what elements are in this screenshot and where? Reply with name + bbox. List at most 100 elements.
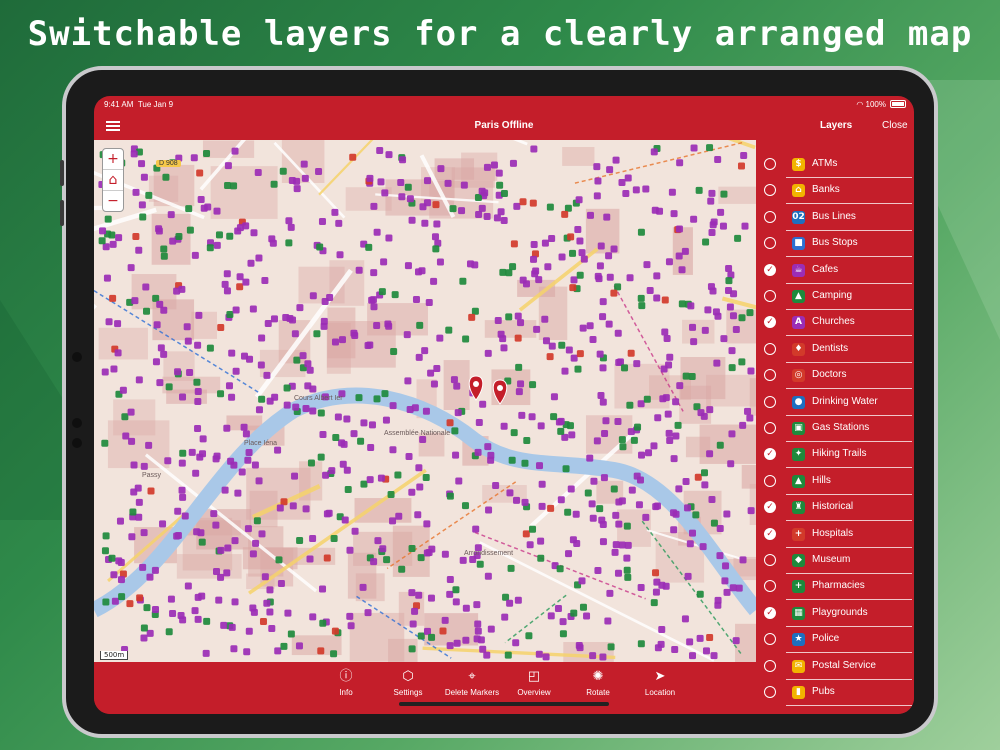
map-poi-marker bbox=[198, 538, 206, 546]
checkmark-icon[interactable]: ✓ bbox=[764, 501, 776, 514]
pin-icon: ⌖ bbox=[468, 668, 476, 683]
toolbar-settings-button[interactable]: ⬡ Settings bbox=[376, 668, 440, 697]
map-poi-marker bbox=[389, 517, 397, 525]
toolbar-info-button[interactable]: ⓘ Info bbox=[314, 668, 378, 697]
map-poi-marker bbox=[529, 525, 537, 533]
close-button[interactable]: Close bbox=[882, 120, 908, 131]
home-button[interactable]: ⌂ bbox=[103, 170, 123, 191]
map-poi-marker bbox=[472, 525, 480, 533]
map-poi-marker bbox=[598, 516, 606, 524]
map-poi-marker bbox=[642, 185, 650, 193]
map-poi-marker bbox=[481, 189, 489, 197]
unchecked-circle-icon[interactable] bbox=[764, 237, 776, 250]
map-poi-marker bbox=[535, 276, 543, 284]
layer-row-atms[interactable]: $ ATMs bbox=[756, 152, 914, 178]
unchecked-circle-icon[interactable] bbox=[764, 659, 776, 672]
map-poi-marker bbox=[193, 378, 201, 386]
map-poi-marker bbox=[514, 596, 522, 604]
map-poi-marker bbox=[692, 511, 700, 519]
map-poi-marker bbox=[721, 577, 729, 585]
layer-row-bus-lines[interactable]: 02 Bus Lines bbox=[756, 205, 914, 231]
toolbar-location-button[interactable]: ➤ Location bbox=[628, 668, 692, 697]
map-poi-marker bbox=[132, 233, 140, 241]
wifi-icon: ◠ bbox=[856, 100, 864, 109]
layer-row-camping[interactable]: ▲ Camping bbox=[756, 284, 914, 310]
unchecked-circle-icon[interactable] bbox=[764, 422, 776, 434]
checkmark-icon[interactable]: ✓ bbox=[764, 448, 776, 461]
map-poi-marker bbox=[186, 226, 194, 234]
layer-row-pubs[interactable]: ▮ Pubs bbox=[756, 680, 914, 706]
map-poi-marker bbox=[377, 178, 385, 186]
map-poi-marker bbox=[484, 349, 492, 357]
map-poi-marker bbox=[225, 382, 233, 390]
unchecked-circle-icon[interactable] bbox=[764, 369, 776, 382]
checkmark-icon[interactable]: ✓ bbox=[764, 606, 776, 619]
checkmark-icon[interactable]: ✓ bbox=[764, 263, 776, 276]
layer-row-hiking-trails[interactable]: ✓ ✦ Hiking Trails bbox=[756, 442, 914, 469]
map-poi-marker bbox=[729, 312, 737, 320]
checkmark-icon[interactable]: ✓ bbox=[764, 316, 776, 329]
map-poi-marker bbox=[707, 283, 715, 291]
map-canvas[interactable] bbox=[94, 140, 756, 662]
unchecked-circle-icon[interactable] bbox=[764, 633, 776, 646]
map-poi-marker bbox=[421, 347, 429, 355]
layer-row-police[interactable]: ★ Police bbox=[756, 627, 914, 654]
unchecked-circle-icon[interactable] bbox=[764, 184, 776, 197]
map-poi-marker bbox=[266, 608, 274, 616]
layer-row-museum[interactable]: ◆ Museum bbox=[756, 548, 914, 574]
unchecked-circle-icon[interactable] bbox=[764, 342, 776, 355]
zoom-in-button[interactable]: + bbox=[103, 149, 123, 170]
layer-row-gas-stations[interactable]: ▣ Gas Stations bbox=[756, 416, 914, 442]
map-poi-marker bbox=[130, 461, 138, 469]
map-poi-marker bbox=[167, 595, 175, 603]
map-poi-marker bbox=[266, 397, 274, 405]
toolbar-overview-button[interactable]: ◰ Overview bbox=[502, 668, 566, 697]
map-poi-marker bbox=[116, 517, 124, 525]
layer-row-hospitals[interactable]: ✓ + Hospitals bbox=[756, 522, 914, 548]
map-poi-marker bbox=[302, 505, 310, 513]
map-poi-marker bbox=[681, 247, 689, 255]
checkmark-icon[interactable]: ✓ bbox=[764, 527, 776, 540]
unchecked-circle-icon[interactable] bbox=[764, 554, 776, 566]
layer-row-historical[interactable]: ✓ ♜ Historical bbox=[756, 495, 914, 522]
map-poi-marker bbox=[700, 412, 708, 420]
layer-row-churches[interactable]: ✓ A Churches bbox=[756, 310, 914, 337]
layer-row-pharmacies[interactable]: + Pharmacies bbox=[756, 574, 914, 601]
map-poi-marker bbox=[264, 319, 272, 327]
toolbar-rotate-button[interactable]: ✺ Rotate bbox=[566, 668, 630, 697]
unchecked-circle-icon[interactable] bbox=[764, 395, 776, 408]
layer-row-doctors[interactable]: ◎ Doctors bbox=[756, 363, 914, 390]
map-poi-marker bbox=[710, 519, 718, 527]
layer-row-drinking-water[interactable]: ● Drinking Water bbox=[756, 390, 914, 416]
unchecked-circle-icon[interactable] bbox=[764, 580, 776, 593]
hamburger-menu-icon[interactable] bbox=[106, 119, 120, 133]
unchecked-circle-icon[interactable] bbox=[764, 474, 776, 487]
map-poi-marker bbox=[738, 314, 746, 322]
map-place-label: Place Iéna bbox=[244, 440, 278, 447]
unchecked-circle-icon[interactable] bbox=[764, 210, 776, 223]
unchecked-circle-icon[interactable] bbox=[764, 158, 776, 170]
layer-row-banks[interactable]: ⌂ Banks bbox=[756, 178, 914, 205]
map-poi-marker bbox=[138, 160, 146, 168]
layer-row-playgrounds[interactable]: ✓ ▦ Playgrounds bbox=[756, 601, 914, 627]
map-poi-marker bbox=[660, 365, 668, 373]
map-poi-marker bbox=[128, 437, 136, 445]
map-poi-marker bbox=[118, 593, 126, 601]
map-poi-marker bbox=[445, 326, 453, 334]
map-poi-marker bbox=[230, 645, 238, 653]
unchecked-circle-icon[interactable] bbox=[764, 290, 776, 302]
layer-row-cafes[interactable]: ✓ ☕ Cafes bbox=[756, 258, 914, 284]
map-poi-marker bbox=[263, 599, 271, 607]
map-poi-marker bbox=[650, 599, 658, 607]
layer-row-hills[interactable]: ▲ Hills bbox=[756, 469, 914, 495]
layer-row-postal-service[interactable]: ✉ Postal Service bbox=[756, 654, 914, 680]
map-poi-marker bbox=[492, 482, 500, 490]
zoom-out-button[interactable]: − bbox=[103, 191, 123, 211]
layer-row-bus-stops[interactable]: ■ Bus Stops bbox=[756, 231, 914, 258]
layer-row-dentists[interactable]: ♦ Dentists bbox=[756, 337, 914, 363]
map-poi-marker bbox=[343, 415, 351, 423]
unchecked-circle-icon[interactable] bbox=[764, 686, 776, 698]
map-poi-marker bbox=[714, 596, 722, 604]
map-view[interactable]: + ⌂ − D 908 Cours Albert Ier Assemblée Na… bbox=[94, 140, 756, 662]
toolbar-delete-markers-button[interactable]: ⌖ Delete Markers bbox=[440, 668, 504, 697]
